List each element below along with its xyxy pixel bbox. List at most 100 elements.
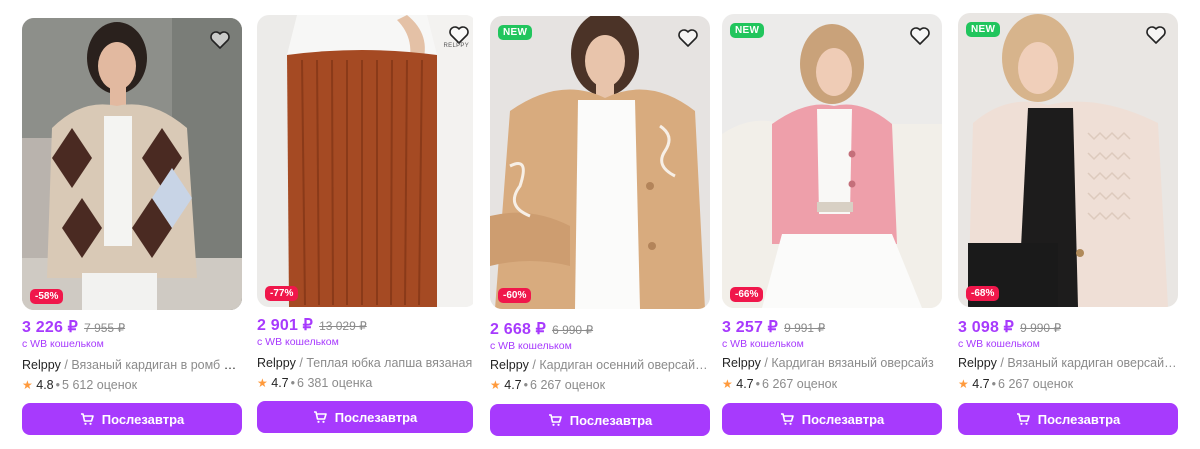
product-photo[interactable]: -58% [22,18,242,310]
old-price: 9 990 ₽ [1020,321,1062,335]
product-photo[interactable]: NEW -60% [490,16,710,309]
current-price: 3 226 ₽ [22,319,79,336]
star-icon: ★ [958,377,969,391]
brand-name: Relppy [490,358,529,372]
product-image [22,18,242,310]
cart-icon [313,411,327,423]
current-price: 3 098 ₽ [958,319,1015,336]
add-to-cart-label: Послезавтра [334,409,418,425]
heart-icon[interactable] [208,28,232,52]
heart-icon[interactable] [676,26,700,50]
wallet-note: с WB кошельком [257,336,339,348]
old-price: 7 955 ₽ [84,321,126,335]
brand-name: Relppy [722,356,761,370]
add-to-cart-button[interactable]: Послезавтра [722,403,942,435]
product-name[interactable]: Relppy / Вязаный кардиган в ромб у… [22,358,242,372]
wallet-note: с WB кошельком [490,340,572,352]
separator-dot: • [991,377,997,391]
add-to-cart-label: Послезавтра [569,412,653,428]
product-card[interactable]: NEW -60% 2 668 ₽ 6 990 ₽ с WB кошельком R… [490,12,710,437]
star-icon: ★ [22,378,33,392]
current-price: 2 668 ₽ [490,321,547,338]
separator-dot: • [290,376,296,390]
discount-badge: -60% [498,288,532,303]
price-row: 3 257 ₽ 9 991 ₽ [722,317,825,337]
old-price: 6 990 ₽ [552,323,594,337]
cart-icon [780,413,794,425]
cart-icon [1016,413,1030,425]
add-to-cart-button[interactable]: Послезавтра [257,401,473,433]
product-name[interactable]: Relppy / Теплая юбка лапша вязаная [257,356,477,370]
product-photo[interactable]: RELPPY -77% [257,15,477,307]
brand-watermark: RELPPY [443,43,469,49]
price-row: 3 098 ₽ 9 990 ₽ [958,317,1061,337]
review-count: 6 267 оценок [762,377,838,391]
product-title: / Теплая юбка лапша вязаная [295,356,473,370]
brand-name: Relppy [257,356,296,370]
product-name[interactable]: Relppy / Вязаный кардиган оверсай… [958,356,1178,370]
product-image [490,16,710,309]
star-icon: ★ [257,376,268,390]
star-icon: ★ [722,377,733,391]
review-count: 5 612 оценок [62,378,138,392]
product-card[interactable]: RELPPY -77% 2 901 ₽ 13 029 ₽ с WB кошельк… [257,12,477,437]
rating-value: 4.7 [736,377,754,391]
review-count: 6 267 оценок [530,378,606,392]
discount-badge: -68% [966,286,1000,301]
current-price: 3 257 ₽ [722,319,779,336]
discount-badge: -77% [265,286,299,301]
old-price: 9 991 ₽ [784,321,826,335]
rating-value: 4.7 [504,378,522,392]
wallet-note: с WB кошельком [958,338,1040,350]
product-card[interactable]: NEW -68% 3 098 ₽ 9 990 ₽ с WB кошельком R… [958,12,1178,437]
product-image [958,13,1178,307]
rating-value: 4.7 [972,377,990,391]
rating[interactable]: ★ 4.7 • 6 267 оценок [958,377,1073,391]
rating-value: 4.8 [36,378,54,392]
price-row: 2 668 ₽ 6 990 ₽ [490,319,593,339]
heart-icon[interactable] [908,24,932,48]
product-photo[interactable]: NEW -66% [722,14,942,308]
new-badge: NEW [498,25,533,40]
rating[interactable]: ★ 4.7 • 6 381 оценка [257,376,372,390]
product-name[interactable]: Relppy / Кардиган вязаный оверсайз [722,356,942,370]
review-count: 6 381 оценка [297,376,373,390]
discount-badge: -66% [730,287,764,302]
product-image [722,14,942,308]
separator-dot: • [755,377,761,391]
add-to-cart-label: Послезавтра [1037,411,1121,427]
product-photo[interactable]: NEW -68% [958,13,1178,307]
heart-icon[interactable] [1144,23,1168,47]
wallet-note: с WB кошельком [722,338,804,350]
rating[interactable]: ★ 4.7 • 6 267 оценок [722,377,837,391]
add-to-cart-button[interactable]: Послезавтра [22,403,242,435]
old-price: 13 029 ₽ [319,319,367,333]
price-row: 2 901 ₽ 13 029 ₽ [257,315,367,335]
product-card[interactable]: NEW -66% 3 257 ₽ 9 991 ₽ с WB кошельком R… [722,12,942,437]
price-row: 3 226 ₽ 7 955 ₽ [22,317,125,337]
add-to-cart-button[interactable]: Послезавтра [958,403,1178,435]
star-icon: ★ [490,378,501,392]
product-card[interactable]: -58% 3 226 ₽ 7 955 ₽ с WB кошельком Relpp… [22,12,242,437]
discount-badge: -58% [30,289,64,304]
new-badge: NEW [730,23,765,38]
product-name[interactable]: Relppy / Кардиган осенний оверсай… [490,358,710,372]
rating[interactable]: ★ 4.8 • 5 612 оценок [22,378,137,392]
separator-dot: • [55,378,61,392]
product-title: / Вязаный кардиган оверсай… [996,356,1177,370]
add-to-cart-button[interactable]: Послезавтра [490,404,710,436]
product-title: / Кардиган осенний оверсай… [528,358,708,372]
review-count: 6 267 оценок [998,377,1074,391]
product-image [257,15,473,307]
rating[interactable]: ★ 4.7 • 6 267 оценок [490,378,605,392]
brand-name: Relppy [22,358,61,372]
cart-icon [548,414,562,426]
current-price: 2 901 ₽ [257,317,314,334]
new-badge: NEW [966,22,1001,37]
wallet-note: с WB кошельком [22,338,104,350]
add-to-cart-label: Послезавтра [101,411,185,427]
add-to-cart-label: Послезавтра [801,411,885,427]
cart-icon [80,413,94,425]
product-title: / Вязаный кардиган в ромб у… [60,358,242,372]
brand-name: Relppy [958,356,997,370]
